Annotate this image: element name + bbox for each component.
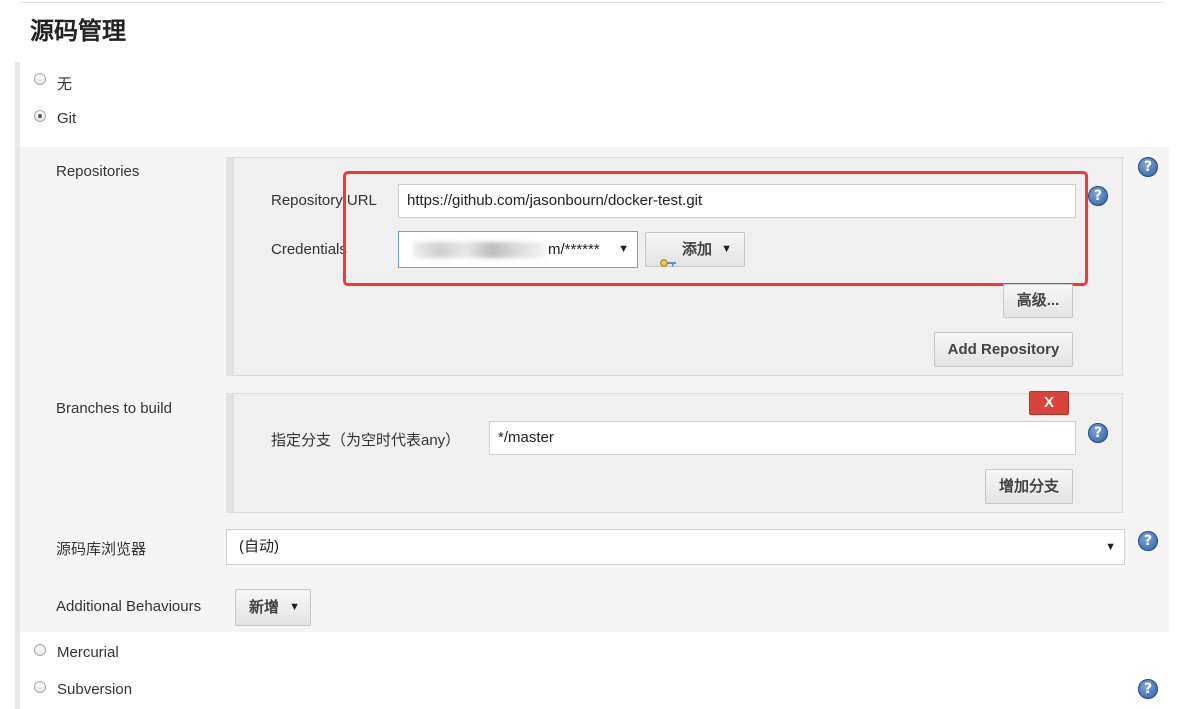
repository-url-help-icon[interactable]: ? (1088, 186, 1108, 206)
repository-panel-bar (226, 157, 234, 376)
scm-git-label[interactable]: Git (57, 110, 76, 127)
repo-browser-select[interactable]: (自动) ▼ (226, 529, 1125, 565)
scm-subversion-label[interactable]: Subversion (57, 681, 132, 698)
add-repository-button[interactable]: Add Repository (934, 332, 1073, 367)
add-behaviour-button[interactable]: 新增 ▼ (235, 589, 311, 626)
branch-panel-bar (226, 393, 234, 513)
branch-specifier-label: 指定分支（为空时代表any） (271, 432, 461, 449)
add-behaviour-caret-icon: ▼ (289, 601, 300, 613)
add-behaviour-label: 新增 (249, 599, 280, 616)
repo-browser-label: 源码库浏览器 (56, 541, 147, 558)
advanced-button[interactable]: 高级... (1003, 284, 1073, 318)
scm-none-label[interactable]: 无 (57, 73, 72, 94)
subversion-help-icon[interactable]: ? (1138, 679, 1158, 699)
repo-browser-caret-icon: ▼ (1105, 541, 1116, 553)
section-title: 源码管理 (30, 17, 126, 45)
credentials-label: Credentials (271, 241, 347, 258)
scm-git-radio[interactable] (34, 110, 46, 122)
branches-label: Branches to build (56, 400, 172, 417)
scm-subversion-radio[interactable] (34, 681, 46, 693)
repositories-help-icon[interactable]: ? (1138, 157, 1158, 177)
repo-browser-value: (自动) (239, 538, 279, 555)
scm-mercurial-label[interactable]: Mercurial (57, 644, 119, 661)
highlight-box (343, 171, 1088, 286)
repositories-label: Repositories (56, 163, 140, 180)
scm-mercurial-radio[interactable] (34, 644, 46, 656)
repo-browser-help-icon[interactable]: ? (1138, 531, 1158, 551)
branch-specifier-input[interactable]: */master (489, 421, 1076, 455)
branch-specifier-help-icon[interactable]: ? (1088, 423, 1108, 443)
top-divider (20, 2, 1164, 3)
additional-behaviours-label: Additional Behaviours (56, 598, 202, 615)
add-branch-button[interactable]: 增加分支 (985, 469, 1073, 504)
scm-none-radio[interactable] (34, 73, 46, 85)
delete-branch-button[interactable]: X (1029, 391, 1069, 415)
